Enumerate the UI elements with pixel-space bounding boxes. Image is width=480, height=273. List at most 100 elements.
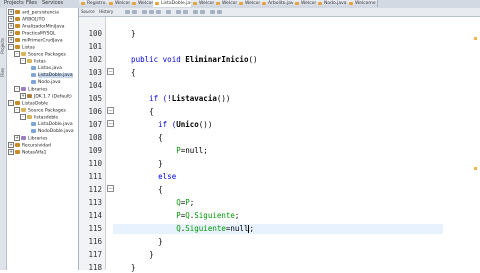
tree-node[interactable]: - ListasDoble (8, 100, 48, 107)
tree-node[interactable]: NodoDoble.java (31, 128, 74, 135)
file-icon (109, 2, 113, 5)
tree-node[interactable]: + Recursividad (8, 142, 51, 149)
file-icon (349, 2, 353, 5)
project-tree: + ard_persistencia + ARBOLITO + AnalizadorM… (7, 8, 79, 270)
shift-right-icon[interactable] (183, 10, 188, 14)
java-file-icon (31, 128, 36, 133)
previous-occurrence-icon[interactable] (149, 10, 154, 14)
libraries-icon (21, 87, 26, 91)
code-line: } (113, 263, 136, 272)
expander-icon[interactable]: - (14, 107, 20, 113)
tab-files[interactable]: Files (24, 0, 39, 7)
side-window-strip: Projects Files (0, 8, 7, 270)
expander-icon[interactable]: + (8, 9, 14, 15)
back-icon[interactable] (125, 10, 130, 14)
forward-icon[interactable] (132, 10, 137, 14)
tree-node-selected[interactable]: ListaDoble.java (31, 72, 73, 79)
file-icon (193, 2, 197, 5)
tree-node[interactable]: - Listas (8, 44, 35, 51)
code-area[interactable]: } public void EliminarInicio() { if (!Li… (113, 17, 480, 272)
error-stripe-marker[interactable] (474, 167, 477, 170)
code-editor[interactable]: Source History 100 101 102 103 104 105 1… (79, 8, 480, 272)
start-macro-icon[interactable] (193, 10, 198, 14)
tab-projects[interactable]: Projects (2, 0, 26, 7)
expander-icon[interactable]: + (8, 142, 14, 148)
project-icon (15, 24, 20, 28)
jdk-icon (27, 94, 32, 98)
shift-left-icon[interactable] (176, 10, 181, 14)
line-number: 116 (88, 237, 102, 246)
line-number: 112 (88, 185, 102, 194)
code-line: { (113, 107, 154, 116)
line-number: 115 (88, 224, 102, 233)
tree-node[interactable]: Listas.java (31, 65, 62, 72)
code-line: P=Q.Siguiente; (176, 211, 240, 220)
line-number: 109 (88, 146, 102, 155)
vertical-label-files[interactable]: Files (0, 68, 6, 77)
line-number: 110 (88, 159, 102, 168)
file-icon (216, 2, 220, 5)
expander-icon[interactable]: + (8, 149, 14, 155)
code-line: public void EliminarInicio() (113, 55, 258, 64)
libraries-icon (21, 136, 26, 140)
search-icon[interactable] (142, 10, 147, 14)
expander-icon[interactable]: + (20, 93, 26, 99)
tree-node[interactable]: + PracticaMYSQL (8, 30, 56, 37)
line-number: 104 (88, 81, 102, 90)
expander-icon[interactable]: + (14, 135, 20, 141)
vertical-label-projects[interactable]: Projects (0, 38, 6, 54)
expander-icon[interactable]: + (8, 30, 14, 36)
expander-icon[interactable]: - (20, 114, 26, 120)
tree-node[interactable]: + ard_persistencia (8, 9, 59, 16)
code-line: Q=P; (176, 198, 195, 207)
tree-node[interactable]: + NotasAlfa1 (8, 149, 47, 156)
project-icon (15, 38, 20, 42)
tree-node[interactable]: Nodo.java (31, 79, 61, 86)
tree-node[interactable]: + ARBOLITO (8, 16, 45, 23)
package-icon (27, 59, 32, 63)
error-stripe-marker[interactable] (474, 37, 477, 40)
java-file-icon (262, 2, 266, 5)
expander-icon[interactable]: - (20, 58, 26, 64)
history-button[interactable]: History (99, 9, 113, 15)
tree-node[interactable]: - Source Packages (14, 107, 66, 114)
tab-services[interactable]: Services (40, 0, 65, 7)
project-icon (15, 45, 20, 49)
line-number: 107 (88, 120, 102, 129)
file-icon (81, 2, 85, 5)
stop-macro-icon[interactable] (200, 10, 205, 14)
tree-node[interactable]: + JDK 1.7 (Default) (20, 93, 72, 100)
tree-node[interactable]: - listasdoble (20, 114, 58, 121)
expander-icon[interactable]: - (14, 86, 20, 92)
comment-icon[interactable] (210, 10, 215, 14)
tree-node[interactable]: + Libraries (14, 135, 47, 142)
line-number: 114 (88, 211, 102, 220)
tree-node[interactable]: - listas (20, 58, 46, 65)
code-line: if (Unico()) (113, 120, 213, 129)
code-line: { (113, 133, 163, 142)
tree-node[interactable]: + AnalizadorMiniJava (8, 23, 65, 30)
source-button[interactable]: Source (81, 9, 95, 15)
line-number: 101 (88, 42, 102, 51)
project-icon (15, 143, 20, 147)
expander-icon[interactable]: + (8, 16, 14, 22)
expander-icon[interactable]: - (8, 100, 14, 106)
code-line: else (113, 172, 177, 181)
tree-node[interactable]: + miPrimerCrudJava (8, 37, 63, 44)
line-number: 108 (88, 133, 102, 142)
line-number: 105 (88, 94, 102, 103)
expander-icon[interactable]: - (14, 51, 20, 57)
package-icon (27, 115, 32, 119)
expander-icon[interactable]: - (8, 44, 14, 50)
tree-node[interactable]: ListaDoble.java (31, 121, 73, 128)
uncomment-icon[interactable] (217, 10, 222, 14)
editor-tab[interactable]: Welcome (347, 0, 378, 7)
tree-node[interactable]: - Source Packages (14, 51, 66, 58)
line-number: 117 (88, 250, 102, 259)
toggle-highlight-icon[interactable] (166, 10, 171, 14)
expander-icon[interactable]: + (8, 37, 14, 43)
next-occurrence-icon[interactable] (156, 10, 161, 14)
tree-node[interactable]: - Libraries (14, 86, 47, 93)
project-icon (15, 17, 20, 21)
expander-icon[interactable]: + (8, 23, 14, 29)
